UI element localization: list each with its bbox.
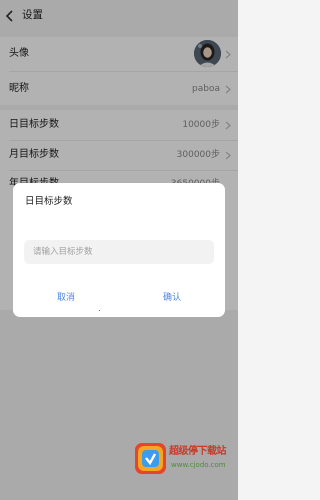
stray-dot (99, 310, 100, 311)
cancel-button[interactable]: 取消 (13, 289, 119, 307)
dialog-title: 日目标步数 (25, 196, 73, 207)
confirm-button[interactable]: 确认 (119, 289, 225, 307)
watermark-logo-icon (135, 443, 166, 474)
watermark-title: 超级停下载站 (169, 446, 227, 457)
watermark-url: www.cjodo.com (171, 461, 226, 469)
daily-steps-dialog: 日目标步数 取消 确认 (13, 183, 225, 317)
site-watermark: 超级停下载站 www.cjodo.com (133, 440, 238, 500)
target-steps-input[interactable] (24, 240, 214, 264)
